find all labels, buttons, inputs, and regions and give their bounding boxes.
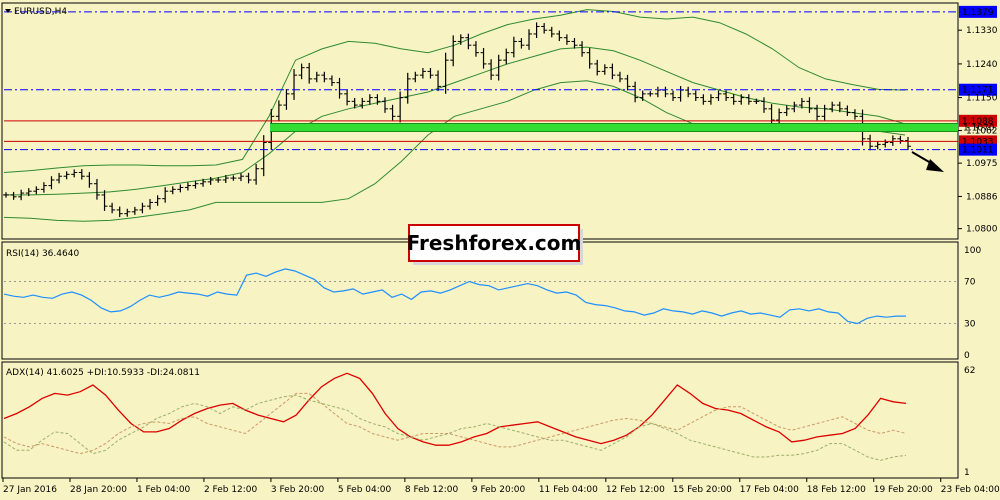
time-tick-label: 28 Jan 20:00 — [70, 485, 127, 495]
time-tick-label: 15 Feb 20:00 — [673, 485, 732, 495]
price-tick-label: 1.1062 — [966, 127, 998, 137]
price-tick-label: 1.0800 — [966, 225, 998, 235]
price-tick-label: 1.1240 — [966, 60, 998, 70]
price-label-1-1011: 1.1011 — [962, 146, 994, 156]
time-tick-label: 23 Feb 04:00 — [941, 485, 1000, 495]
price-label-1-1379: 1.1379 — [962, 8, 994, 18]
time-tick-label: 27 Jan 2016 — [3, 485, 57, 495]
time-tick-label: 1 Feb 04:00 — [137, 485, 191, 495]
adx-tick-label: 1 — [964, 468, 970, 478]
time-tick-label: 11 Feb 04:00 — [539, 485, 598, 495]
time-tick-label: 19 Feb 20:00 — [874, 485, 933, 495]
time-tick-label: 17 Feb 04:00 — [740, 485, 799, 495]
time-tick-label: 8 Feb 12:00 — [405, 485, 459, 495]
time-tick-label: 2 Feb 12:00 — [204, 485, 258, 495]
price-tick-label: 1.0975 — [966, 159, 998, 169]
rsi-tick-label: 0 — [964, 351, 970, 361]
price-tick-label: 1.1330 — [966, 26, 998, 36]
rsi-tick-label: 30 — [964, 320, 976, 330]
time-tick-label: 12 Feb 12:00 — [606, 485, 665, 495]
watermark-badge: Freshforex.com — [407, 224, 583, 265]
time-tick-label: 3 Feb 20:00 — [271, 485, 325, 495]
price-tick-label: 1.0886 — [966, 192, 998, 202]
rsi-tick-label: 100 — [964, 246, 981, 256]
adx-tick-label: 62 — [964, 366, 975, 376]
time-tick-label: 5 Feb 04:00 — [338, 485, 392, 495]
adx-label: ADX(14) 41.6025 +DI:10.5933 -DI:24.0811 — [6, 368, 200, 378]
time-tick-label: 18 Feb 12:00 — [807, 485, 866, 495]
rsi-tick-label: 70 — [964, 278, 976, 288]
time-tick-label: 9 Feb 20:00 — [472, 485, 526, 495]
support-zone-band — [270, 123, 958, 132]
watermark-text: Freshforex.com — [407, 231, 582, 255]
price-tick-label: 1.1150 — [966, 94, 998, 104]
chart-canvas: 1.13791.11711.10881.10701.10331.10111.13… — [0, 0, 1000, 500]
symbol-title: EURUSD,H4 — [14, 7, 67, 17]
title-bar[interactable]: EURUSD,H4 — [5, 7, 67, 17]
rsi-label: RSI(14) 36.4640 — [6, 249, 79, 259]
